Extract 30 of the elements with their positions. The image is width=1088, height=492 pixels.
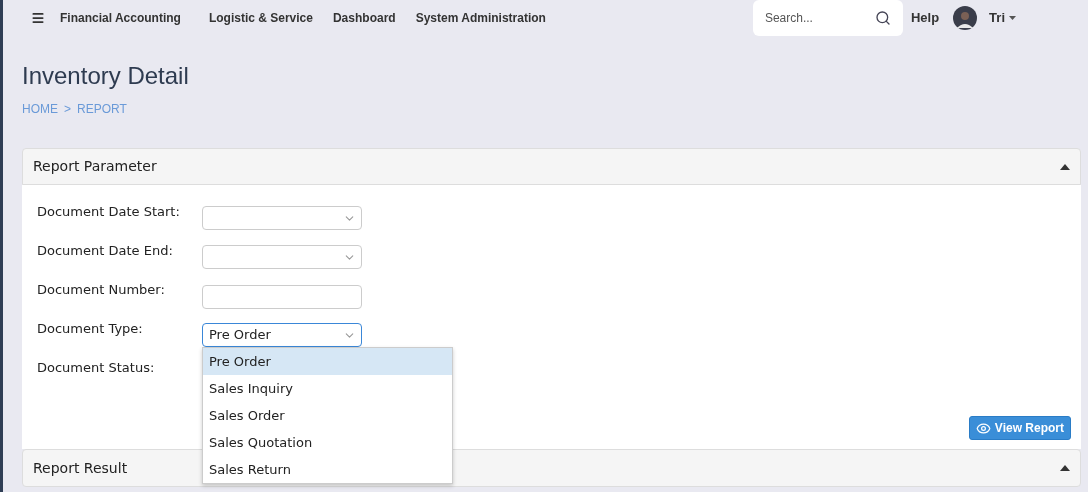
panel-title: Report Result [33, 458, 128, 478]
collapse-caret-icon[interactable] [1060, 163, 1070, 170]
field-label: Document Type: [37, 320, 144, 338]
search-icon[interactable] [874, 10, 891, 26]
caret-icon [1009, 16, 1016, 20]
dropdown-option[interactable]: Sales Order [203, 402, 452, 429]
menu-icon[interactable] [31, 11, 45, 25]
dropdown-option[interactable]: Sales Inquiry [203, 375, 452, 402]
field-label: Document Status: [37, 359, 156, 377]
collapse-caret-icon[interactable] [1060, 465, 1070, 471]
field-label: Document Date Start: [37, 203, 181, 221]
nav-link[interactable]: System Administration [415, 9, 546, 27]
panel-title: Report Parameter [33, 157, 157, 176]
field-label: Document Number: [37, 281, 166, 299]
nav-link[interactable]: Dashboard [332, 9, 396, 27]
avatar[interactable] [953, 6, 978, 30]
document-type-select[interactable]: Pre Order [202, 323, 362, 347]
breadcrumb-separator: > [64, 101, 71, 118]
input-field[interactable] [202, 284, 362, 309]
user-menu[interactable]: Tri [989, 8, 1016, 28]
nav-link[interactable]: Logistic & Service [208, 9, 313, 27]
field-label: Document Date End: [37, 242, 174, 260]
search-field[interactable]: Search... [752, 0, 903, 36]
page-title: Inventory Detail [22, 61, 190, 91]
help-link[interactable]: Help [910, 8, 940, 28]
nav-link[interactable]: Financial Accounting [60, 9, 181, 27]
dropdown-option[interactable]: Sales Return [203, 456, 452, 483]
dropdown-option[interactable]: Sales Quotation [203, 429, 452, 456]
dropdown-option[interactable]: Pre Order [203, 348, 452, 375]
eye-icon [975, 420, 991, 436]
